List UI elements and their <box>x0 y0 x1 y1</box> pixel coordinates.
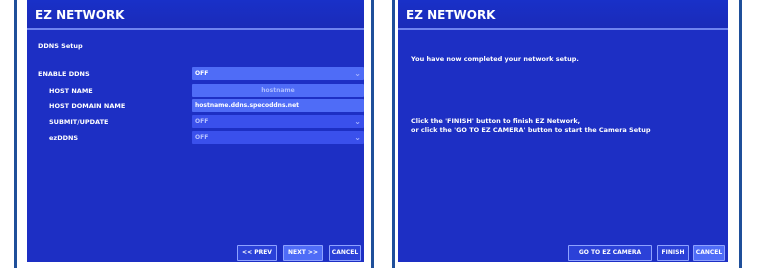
ezddns-label: ezDDNS <box>49 134 79 142</box>
cancel-button[interactable]: CANCEL <box>329 245 361 261</box>
ddns-setup-screen: EZ NETWORK DDNS Setup ENABLE DDNS OFF ⌄ … <box>27 0 364 262</box>
submit-update-dropdown[interactable]: OFF ⌄ <box>192 115 364 128</box>
go-to-ez-camera-button[interactable]: GO TO EZ CAMERA <box>568 245 652 261</box>
window-title: EZ NETWORK <box>27 0 364 30</box>
ezddns-value: OFF <box>195 134 209 141</box>
window-title: EZ NETWORK <box>398 0 728 30</box>
host-name-label: HOST NAME <box>49 87 93 95</box>
enable-ddns-dropdown[interactable]: OFF ⌄ <box>192 67 364 80</box>
network-complete-screen: EZ NETWORK You have now completed your n… <box>398 0 728 262</box>
chevron-down-icon: ⌄ <box>354 117 361 126</box>
chevron-down-icon: ⌄ <box>354 133 361 142</box>
submit-update-label: SUBMIT/UPDATE <box>49 118 109 126</box>
host-name-field[interactable]: hostname <box>192 84 364 97</box>
finish-button[interactable]: FINISH <box>657 245 689 261</box>
host-domain-name-field[interactable]: hostname.ddns.specoddns.net <box>192 99 364 112</box>
chevron-down-icon: ⌄ <box>354 69 361 78</box>
instruction-line-2: or click the 'GO TO EZ CAMERA' button to… <box>411 126 651 134</box>
host-domain-name-label: HOST DOMAIN NAME <box>49 102 126 110</box>
enable-ddns-value: OFF <box>195 70 209 77</box>
instruction-line-1: Click the 'FINISH' button to finish EZ N… <box>411 117 581 125</box>
ezddns-dropdown[interactable]: OFF ⌄ <box>192 131 364 144</box>
completion-message: You have now completed your network setu… <box>411 55 579 63</box>
prev-button[interactable]: << PREV <box>237 245 277 261</box>
cancel-button[interactable]: CANCEL <box>693 245 725 261</box>
submit-update-value: OFF <box>195 118 209 125</box>
next-button[interactable]: NEXT >> <box>283 245 323 261</box>
enable-ddns-label: ENABLE DDNS <box>38 70 90 78</box>
section-title: DDNS Setup <box>38 42 83 50</box>
